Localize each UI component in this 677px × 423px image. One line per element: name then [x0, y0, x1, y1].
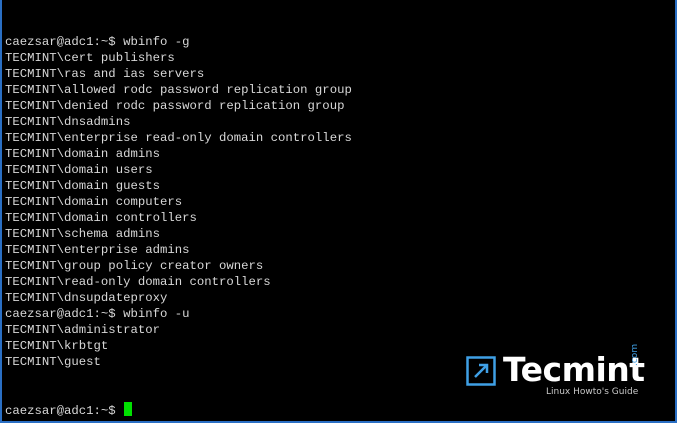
terminal-line: TECMINT\domain users: [5, 163, 153, 177]
terminal-line: TECMINT\allowed rodc password replicatio…: [5, 83, 352, 97]
terminal-line: TECMINT\domain admins: [5, 147, 160, 161]
terminal-line: TECMINT\schema admins: [5, 227, 160, 241]
terminal-line: TECMINT\ras and ias servers: [5, 67, 205, 81]
prompt-text: caezsar@adc1:~$: [5, 404, 124, 418]
output-lines: caezsar@adc1:~$ wbinfo -g TECMINT\cert pu…: [5, 34, 673, 370]
tecmint-logo-icon: [466, 356, 496, 386]
terminal-window[interactable]: caezsar@adc1:~$ wbinfo -g TECMINT\cert pu…: [0, 0, 677, 423]
terminal-line: TECMINT\group policy creator owners: [5, 259, 264, 273]
terminal-line: TECMINT\administrator: [5, 323, 160, 337]
terminal-line: TECMINT\domain controllers: [5, 211, 197, 225]
terminal-line: TECMINT\dnsadmins: [5, 115, 131, 129]
brand-tld: .com: [630, 343, 640, 366]
terminal-line: TECMINT\enterprise read-only domain cont…: [5, 131, 352, 145]
tecmint-watermark: Tecmint .com Linux Howto's Guide: [466, 343, 656, 402]
brand-tagline: Linux Howto's Guide: [546, 387, 639, 397]
terminal-line: TECMINT\denied rodc password replication…: [5, 99, 345, 113]
terminal-line: caezsar@adc1:~$ wbinfo -g: [5, 35, 190, 49]
brand-name: Tecmint: [503, 350, 645, 389]
terminal-line: TECMINT\dnsupdateproxy: [5, 291, 168, 305]
terminal-line: TECMINT\domain guests: [5, 179, 160, 193]
terminal-line: TECMINT\cert publishers: [5, 51, 175, 65]
terminal-line: TECMINT\domain computers: [5, 195, 183, 209]
active-prompt-line[interactable]: caezsar@adc1:~$: [5, 402, 673, 418]
terminal-cursor: [124, 402, 133, 416]
terminal-line: TECMINT\enterprise admins: [5, 243, 190, 257]
terminal-line: TECMINT\read-only domain controllers: [5, 275, 271, 289]
terminal-line: caezsar@adc1:~$ wbinfo -u: [5, 307, 190, 321]
